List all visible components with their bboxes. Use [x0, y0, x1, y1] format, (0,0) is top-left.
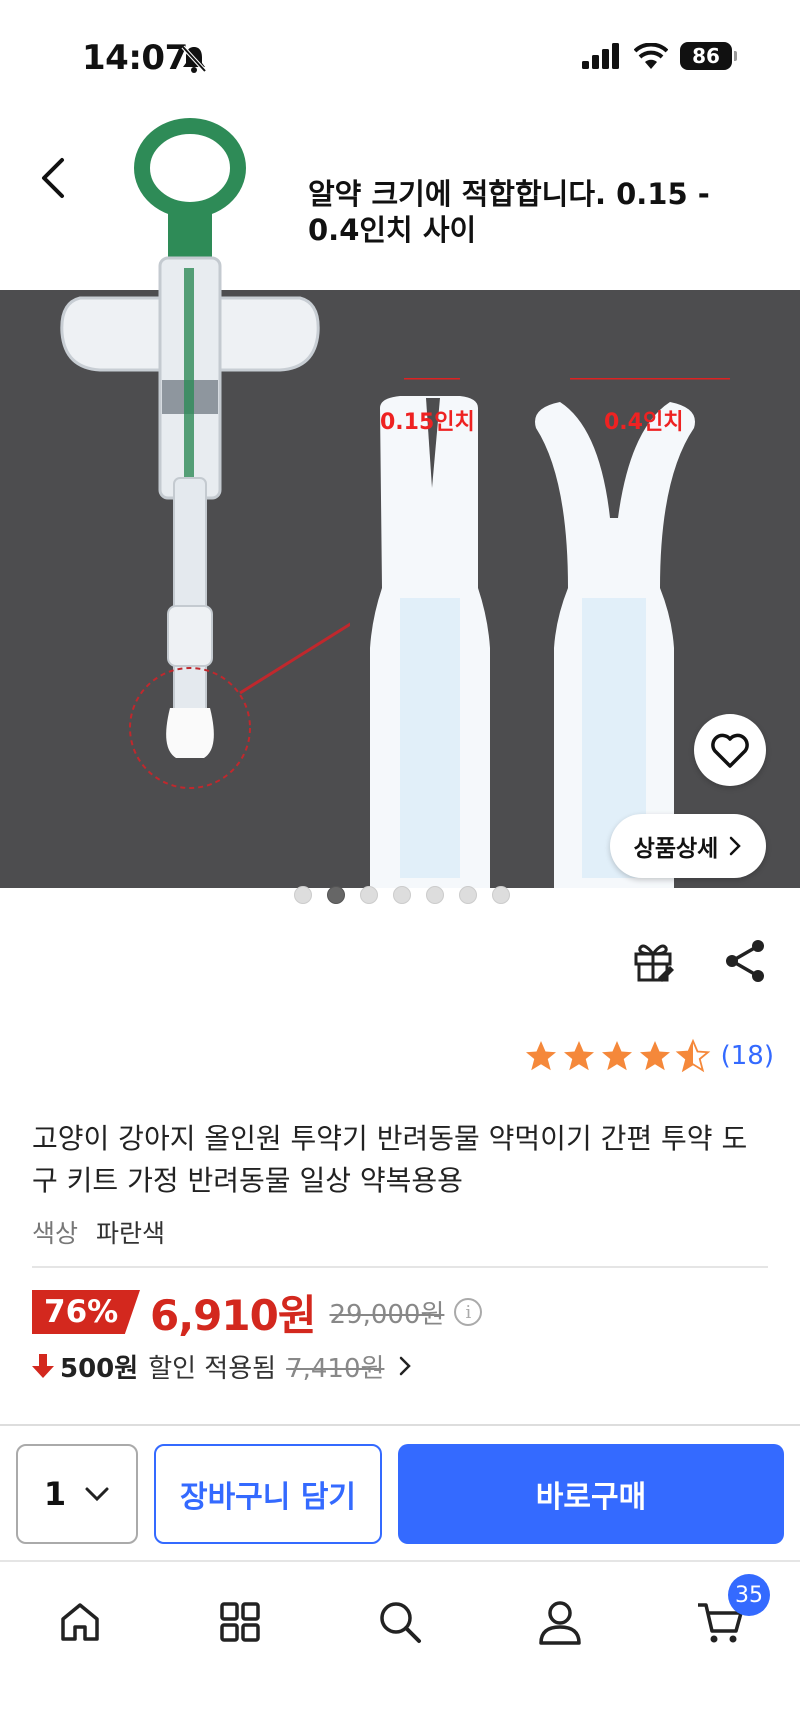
coupon-row[interactable]: 500원 할인 적용됨 7,410원	[32, 1346, 412, 1386]
product-detail-button[interactable]: 상품상세	[610, 814, 766, 878]
star-full-icon	[601, 1041, 632, 1071]
cellular-signal-icon	[582, 43, 619, 69]
grid-icon	[220, 1602, 260, 1642]
arrow-down-icon	[32, 1354, 54, 1378]
dimension-label-small: 0.15인치	[380, 410, 475, 435]
coupon-before-price: 7,410원	[286, 1353, 385, 1384]
option-value: 파란색	[96, 1219, 166, 1248]
chevron-right-icon	[730, 836, 742, 856]
dimension-label-large: 0.4인치	[604, 410, 684, 435]
tab-home[interactable]	[50, 1592, 110, 1652]
cart-count-badge: 35	[728, 1574, 770, 1616]
discount-badge: 76%	[32, 1290, 140, 1334]
battery-icon: 86	[680, 42, 737, 70]
status-bar: 14:07 86	[0, 0, 800, 118]
page-dot[interactable]	[459, 886, 477, 904]
quantity-select[interactable]: 1	[16, 1444, 138, 1544]
wifi-icon	[634, 43, 668, 69]
buy-now-button[interactable]: 바로구매	[398, 1444, 784, 1544]
pill-syringe-image	[60, 118, 350, 789]
add-to-cart-button[interactable]: 장바구니 담기	[154, 1444, 382, 1544]
chevron-down-icon	[85, 1487, 109, 1502]
carousel-pagination	[294, 886, 510, 904]
coupon-amount: 500원	[60, 1353, 139, 1384]
page-dot[interactable]	[393, 886, 411, 904]
gift-button[interactable]	[630, 938, 676, 984]
home-icon	[61, 1603, 99, 1641]
favorite-button[interactable]	[694, 714, 766, 786]
product-image-carousel[interactable]: 0.15인치 0.4인치 알약 크기에 적합합니다. 0.15 - 0.4인치 …	[0, 118, 800, 888]
divider	[32, 1266, 768, 1268]
review-count[interactable]: (18)	[721, 1041, 774, 1071]
tab-search[interactable]	[370, 1592, 430, 1652]
star-half-icon	[675, 1038, 710, 1073]
chevron-right-icon	[400, 1356, 412, 1376]
chevron-left-icon	[42, 158, 64, 198]
heart-icon	[711, 733, 749, 768]
purchase-bar: 1 장바구니 담기 바로구매	[0, 1424, 800, 1560]
gift-icon	[634, 944, 674, 982]
page-dot[interactable]	[294, 886, 312, 904]
option-label: 색상	[32, 1219, 79, 1248]
option-row: 색상 파란색	[32, 1214, 165, 1250]
sale-price: 6,910원	[150, 1290, 316, 1340]
battery-level: 86	[692, 44, 720, 68]
status-indicators: 86	[582, 42, 737, 70]
coupon-text: 할인 적용됨	[148, 1353, 277, 1384]
product-title: 고양이 강아지 올인원 투약기 반려동물 약먹이기 간편 투약 도구 키트 가정…	[32, 1122, 748, 1197]
info-icon[interactable]: i	[454, 1298, 483, 1326]
user-icon	[539, 1601, 581, 1645]
tab-my-account[interactable]	[530, 1592, 590, 1652]
page-dot[interactable]	[426, 886, 444, 904]
quantity-value: 1	[43, 1475, 67, 1513]
search-icon	[380, 1602, 421, 1643]
image-caption: 알약 크기에 적합합니다. 0.15 - 0.4인치 사이	[308, 176, 748, 248]
original-price: 29,000원	[329, 1299, 445, 1330]
bell-muted-icon	[180, 44, 208, 78]
back-button[interactable]	[28, 148, 78, 208]
silicone-tip-image	[370, 378, 730, 888]
product-detail-label: 상품상세	[633, 836, 719, 862]
bottom-tab-bar	[0, 1560, 800, 1735]
product-rating[interactable]: (18)	[523, 1038, 774, 1074]
share-button[interactable]	[722, 938, 768, 984]
tab-categories[interactable]	[210, 1592, 270, 1652]
status-time: 14:07	[82, 38, 188, 78]
star-full-icon	[563, 1041, 594, 1071]
share-icon	[726, 940, 764, 982]
page-dot[interactable]	[492, 886, 510, 904]
page-dot-active[interactable]	[327, 886, 345, 904]
price-row: 76% 6,910원 29,000원 i	[32, 1284, 483, 1340]
star-full-icon	[525, 1041, 556, 1071]
page-dot[interactable]	[360, 886, 378, 904]
star-full-icon	[639, 1041, 670, 1071]
